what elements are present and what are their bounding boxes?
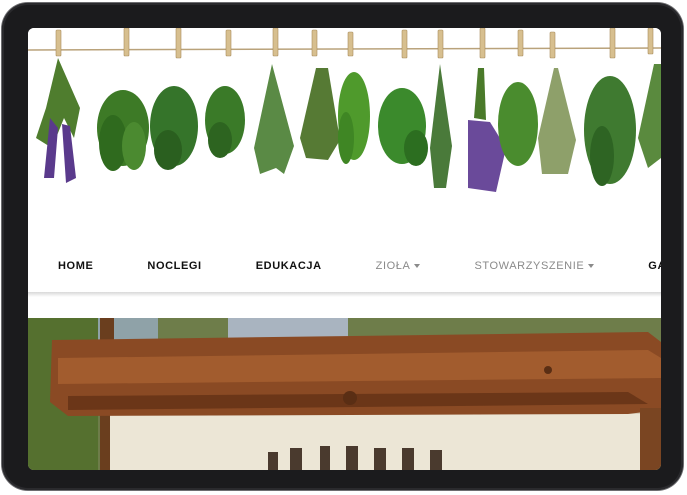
nav-edukacja[interactable]: EDUKACJA: [256, 260, 322, 272]
nav-noclegi-label: NOCLEGI: [147, 260, 202, 272]
caret-down-icon: [588, 264, 595, 268]
nav-stowarzyszenie-label: STOWARZYSZENIE: [474, 260, 585, 272]
nav-home-label: HOME: [58, 260, 94, 272]
main-navigation: HOME NOCLEGI EDUKACJA ZIOŁA STOWARZYSZEN…: [28, 240, 661, 292]
nav-galeria-label: GALERIA: [648, 260, 661, 272]
wooden-sign-image: [28, 318, 661, 470]
tablet-frame: HOME NOCLEGI EDUKACJA ZIOŁA STOWARZYSZEN…: [2, 3, 683, 490]
nav-home[interactable]: HOME: [58, 260, 93, 272]
nav-ziola-dropdown[interactable]: ZIOŁA: [376, 260, 421, 272]
hero-banner: [28, 28, 661, 228]
nav-galeria[interactable]: GALERIA: [648, 260, 661, 272]
nav-edukacja-label: EDUKACJA: [255, 260, 322, 272]
photo-section: [28, 318, 661, 470]
nav-ziola-label: ZIOŁA: [375, 260, 411, 272]
nav-stowarzyszenie-dropdown[interactable]: STOWARZYSZENIE: [474, 260, 595, 272]
hanging-herbs-image: [28, 28, 661, 192]
nav-noclegi[interactable]: NOCLEGI: [147, 260, 201, 272]
tablet-screen: HOME NOCLEGI EDUKACJA ZIOŁA STOWARZYSZEN…: [28, 28, 661, 470]
nav-shadow: [28, 292, 661, 297]
caret-down-icon: [414, 264, 421, 268]
